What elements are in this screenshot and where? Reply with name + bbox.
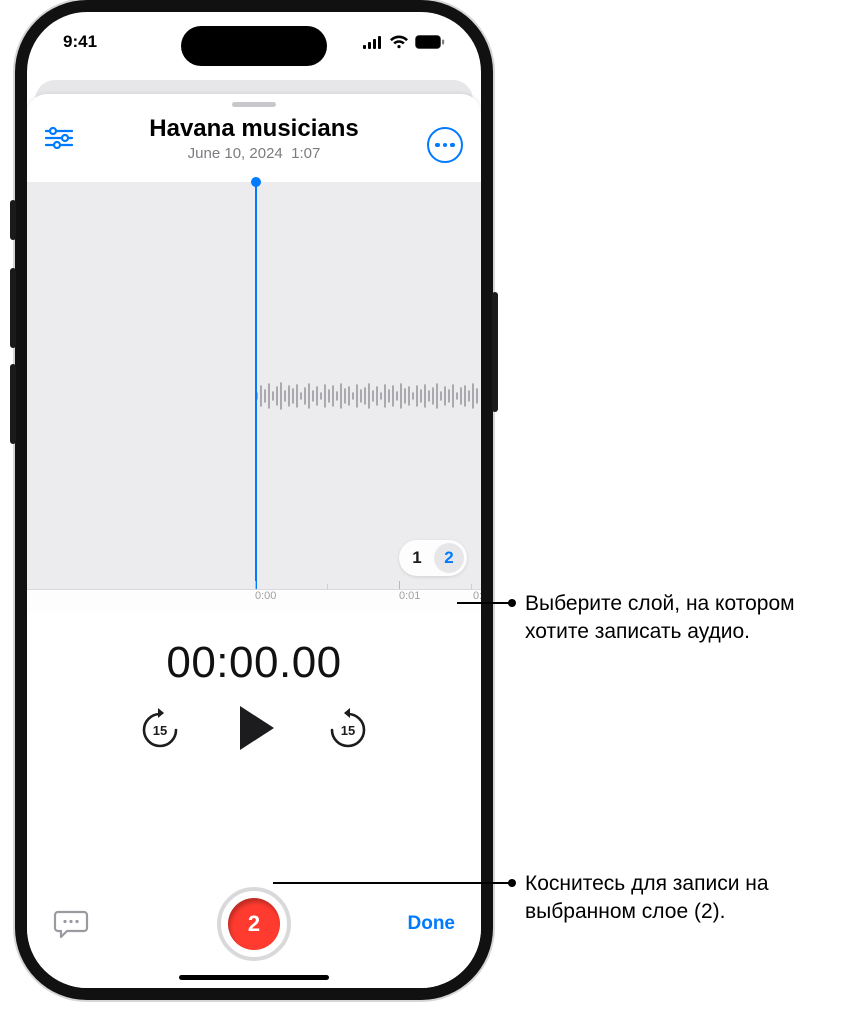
settings-button[interactable] <box>45 127 73 149</box>
ruler-tick-2: 0: <box>473 590 481 602</box>
volume-up <box>10 268 16 348</box>
waveform-area[interactable]: 0:00 0:01 0: 1 2 <box>27 182 481 612</box>
wifi-icon <box>389 35 409 49</box>
forward-15-button[interactable]: 15 <box>328 706 368 750</box>
callout-layer-select: Выберите слой, на котором хотите записат… <box>525 590 855 647</box>
go-backward-15-icon: 15 <box>140 706 180 750</box>
timecode: 00:00.00 <box>166 638 341 688</box>
layer-option-1[interactable]: 1 <box>402 543 432 573</box>
play-icon <box>240 706 274 750</box>
recording-duration: 1:07 <box>291 145 320 162</box>
battery-icon <box>415 35 445 49</box>
dynamic-island <box>181 26 327 66</box>
playhead[interactable] <box>255 182 257 590</box>
svg-text:15: 15 <box>153 723 167 738</box>
speech-bubble-icon <box>53 909 89 939</box>
footer-bar: 2 Done <box>27 884 481 964</box>
side-button <box>492 292 498 412</box>
waveform-graphic <box>27 376 481 416</box>
rewind-15-button[interactable]: 15 <box>140 706 180 750</box>
callout-record: Коснитесь для записи на выбранном слое (… <box>525 870 855 927</box>
recording-sheet: Havana musicians June 10, 2024 1:07 <box>27 94 481 988</box>
sliders-icon <box>45 127 73 149</box>
more-button[interactable] <box>427 127 463 163</box>
playback-panel: 00:00.00 15 <box>27 612 481 750</box>
layer-selector[interactable]: 1 2 <box>399 540 467 576</box>
ellipsis-circle-icon <box>427 127 463 163</box>
volume-down <box>10 364 16 444</box>
done-button[interactable]: Done <box>408 913 456 935</box>
iphone-frame: 9:41 <box>15 0 493 1000</box>
status-time: 9:41 <box>63 32 97 52</box>
recording-subtitle: June 10, 2024 1:07 <box>45 145 463 162</box>
time-ruler: 0:00 0:01 0: <box>27 589 481 612</box>
sheet-header: Havana musicians June 10, 2024 1:07 <box>27 109 481 170</box>
playhead-handle[interactable] <box>251 177 261 187</box>
svg-text:15: 15 <box>341 723 355 738</box>
record-button[interactable]: 2 <box>217 887 291 961</box>
callout-record-text: Коснитесь для записи на выбранном слое (… <box>525 872 769 923</box>
mute-switch <box>10 200 16 240</box>
play-button[interactable] <box>234 706 274 750</box>
home-indicator[interactable] <box>179 975 329 980</box>
callout-layer-select-text: Выберите слой, на котором хотите записат… <box>525 592 795 643</box>
cellular-icon <box>363 36 383 49</box>
go-forward-15-icon: 15 <box>328 706 368 750</box>
layer-option-2[interactable]: 2 <box>434 543 464 573</box>
record-layer-badge: 2 <box>228 898 280 950</box>
sheet-grabber[interactable] <box>232 102 276 107</box>
screen: 9:41 <box>27 12 481 988</box>
ruler-tick-0: 0:00 <box>255 590 276 602</box>
transcript-button[interactable] <box>53 909 89 939</box>
recording-date: June 10, 2024 <box>188 145 283 162</box>
recording-title[interactable]: Havana musicians <box>45 115 463 143</box>
ruler-tick-1: 0:01 <box>399 590 420 602</box>
